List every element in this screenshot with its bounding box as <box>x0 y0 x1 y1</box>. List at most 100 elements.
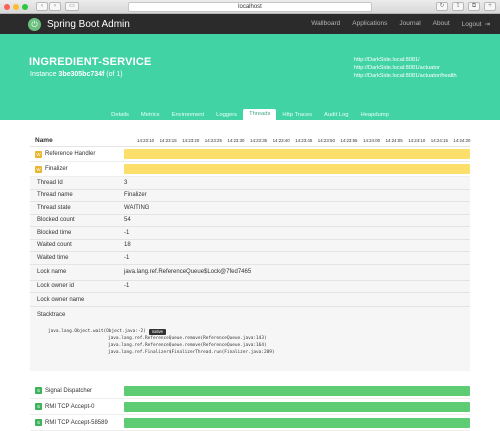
detail-value: -1 <box>124 283 130 290</box>
detail-value: 3 <box>124 179 128 186</box>
thread-state-badge: S <box>35 403 42 410</box>
management-url-link[interactable]: http://DarkSide.local:8081/actuator <box>354 64 457 72</box>
thread-details: Thread Id 3 Thread name Finalizer Thread s… <box>30 177 470 371</box>
logout-icon: ⇥ <box>484 21 490 28</box>
timeline-axis: 14:23:10 14:23:15 14:23:20 14:23:25 14:23:30… <box>124 134 470 146</box>
tabs-icon[interactable]: ⧉ <box>468 2 480 11</box>
thread-row[interactable]: S RMI TCP Accept-58589 <box>30 415 470 431</box>
tab-threads[interactable]: Threads <box>243 109 277 120</box>
forward-icon[interactable]: › <box>49 2 61 11</box>
timeline-tick-label: 14:23:15 <box>159 138 177 143</box>
service-url-link[interactable]: http://DarkSide.local:8081/ <box>354 56 457 64</box>
detail-key: Lock owner id <box>37 283 75 290</box>
browser-toolbar: ‹ › ▭ localhost ↻ ⇪ ⧉ + <box>0 0 500 14</box>
thread-row-expanded[interactable]: W Finalizer <box>30 162 470 177</box>
detail-row: Waited time -1 <box>30 252 470 265</box>
detail-key: Thread Id <box>37 179 63 186</box>
timeline-tick-label: 14:23:25 <box>204 138 222 143</box>
maximize-window-button[interactable] <box>22 3 28 10</box>
logout-button[interactable]: Logout ⇥ <box>461 20 490 29</box>
stack-frame: java.lang.ref.ReferenceQueue.remove(Refe… <box>108 343 267 348</box>
timeline-tick-label: 14:24:00 <box>363 138 381 143</box>
detail-value: java.lang.ref.ReferenceQueue$Lock@7fed74… <box>124 269 252 275</box>
thread-name: RMI TCP Accept-0 <box>45 403 95 410</box>
detail-key: Blocked count <box>37 217 75 224</box>
tab-metrics[interactable]: Metrics <box>135 110 166 120</box>
detail-key: Waited time <box>37 254 69 261</box>
stacktrace: java.lang.Object.wait(Object.java:-2) nat… <box>30 322 470 367</box>
back-icon[interactable]: ‹ <box>36 2 48 11</box>
share-icon[interactable]: ⇪ <box>452 2 464 11</box>
brand-title: Spring Boot Admin <box>47 18 130 30</box>
thread-name: Finalizer <box>45 166 68 172</box>
stack-frame: java.lang.ref.ReferenceQueue.remove(Refe… <box>108 336 267 341</box>
timeline-tick-label: 14:24:15 <box>430 138 448 143</box>
instance-urls: http://DarkSide.local:8081/ http://DarkS… <box>354 56 457 80</box>
detail-key: Lock owner name <box>37 296 85 303</box>
nav-link-wallboard[interactable]: Wallboard <box>311 20 340 28</box>
tab-audit-log[interactable]: Audit Log <box>318 110 355 120</box>
detail-row: Lock owner id -1 <box>30 281 470 293</box>
detail-row: Waited count 18 <box>30 240 470 252</box>
instance-prefix: Instance <box>30 71 57 78</box>
instance-tabs: Details Metrics Environment Loggers Thre… <box>0 109 500 120</box>
tab-http-traces[interactable]: Http Traces <box>276 110 318 120</box>
logout-label: Logout <box>461 20 482 28</box>
nav-link-applications[interactable]: Applications <box>352 20 387 28</box>
timeline-tick-label: 14:24:05 <box>385 138 403 143</box>
instance-count: (of 1) <box>106 71 123 78</box>
instance-subtitle: Instance 3be305bc734f (of 1) <box>30 71 123 78</box>
spring-logo-icon: ⏻ <box>28 17 41 31</box>
thread-row[interactable]: S Signal Dispatcher <box>30 383 470 399</box>
detail-value: -1 <box>124 229 130 236</box>
tab-loggers[interactable]: Loggers <box>210 110 243 120</box>
detail-row: Stacktrace <box>30 307 470 322</box>
app-navbar: ⏻ Spring Boot Admin Wallboard Applicatio… <box>0 14 500 34</box>
detail-value: Finalizer <box>124 192 147 199</box>
thread-timeline-bar <box>124 385 470 396</box>
tab-heapdump[interactable]: Heapdump <box>354 110 394 120</box>
timeline-tick-label: 14:23:40 <box>272 138 290 143</box>
detail-key: Lock name <box>37 269 67 275</box>
detail-row: Blocked count 54 <box>30 215 470 227</box>
detail-key: Blocked time <box>37 229 72 236</box>
native-badge: native <box>148 328 166 335</box>
timeline-tick-label: 14:24:20 <box>453 138 471 143</box>
detail-value: WAITING <box>124 204 150 211</box>
detail-value: -1 <box>124 254 130 261</box>
instance-header: INGREDIENT-SERVICE Instance 3be305bc734f… <box>0 34 500 120</box>
thread-state-badge: W <box>35 150 42 158</box>
new-tab-icon[interactable]: + <box>484 2 496 11</box>
timeline-tick-label: 14:23:50 <box>317 138 335 143</box>
address-bar[interactable]: localhost <box>128 2 372 12</box>
instance-id: 3be305bc734f <box>58 71 105 78</box>
detail-key: Stacktrace <box>37 311 66 318</box>
timeline-tick-label: 14:23:55 <box>340 138 358 143</box>
minimize-window-button[interactable] <box>13 3 19 10</box>
threads-table-header: Name 14:23:10 14:23:15 14:23:20 14:23:25 14:… <box>30 134 470 147</box>
nav-link-journal[interactable]: Journal <box>399 20 420 28</box>
close-window-button[interactable] <box>4 3 10 10</box>
thread-row[interactable]: S RMI TCP Accept-0 <box>30 399 470 415</box>
timeline-tick-label: 14:23:45 <box>295 138 313 143</box>
thread-row[interactable]: W Reference Handler <box>30 147 470 162</box>
thread-state-badge: W <box>35 165 42 173</box>
timeline-tick-label: 14:23:10 <box>137 138 155 143</box>
timeline-tick-label: 14:23:20 <box>182 138 200 143</box>
brand[interactable]: ⏻ Spring Boot Admin <box>28 17 130 31</box>
thread-timeline-bar <box>124 164 470 174</box>
thread-state-badge: S <box>35 387 42 394</box>
thread-timeline-bar <box>124 149 470 159</box>
detail-row: Thread name Finalizer <box>30 190 470 202</box>
tab-environment[interactable]: Environment <box>166 110 211 120</box>
nav-link-about[interactable]: About <box>433 20 450 28</box>
reload-icon[interactable]: ↻ <box>436 2 448 11</box>
sidebar-icon[interactable]: ▭ <box>65 2 79 11</box>
timeline-tick-label: 14:23:35 <box>250 138 268 143</box>
tab-details[interactable]: Details <box>105 110 135 120</box>
application-title: INGREDIENT-SERVICE <box>29 56 152 68</box>
thread-name: Signal Dispatcher <box>45 387 93 394</box>
health-url-link[interactable]: http://DarkSide.local:8081/actuator/heal… <box>354 72 457 80</box>
detail-row: Lock owner name <box>30 293 470 307</box>
detail-row: Thread Id 3 <box>30 177 470 190</box>
